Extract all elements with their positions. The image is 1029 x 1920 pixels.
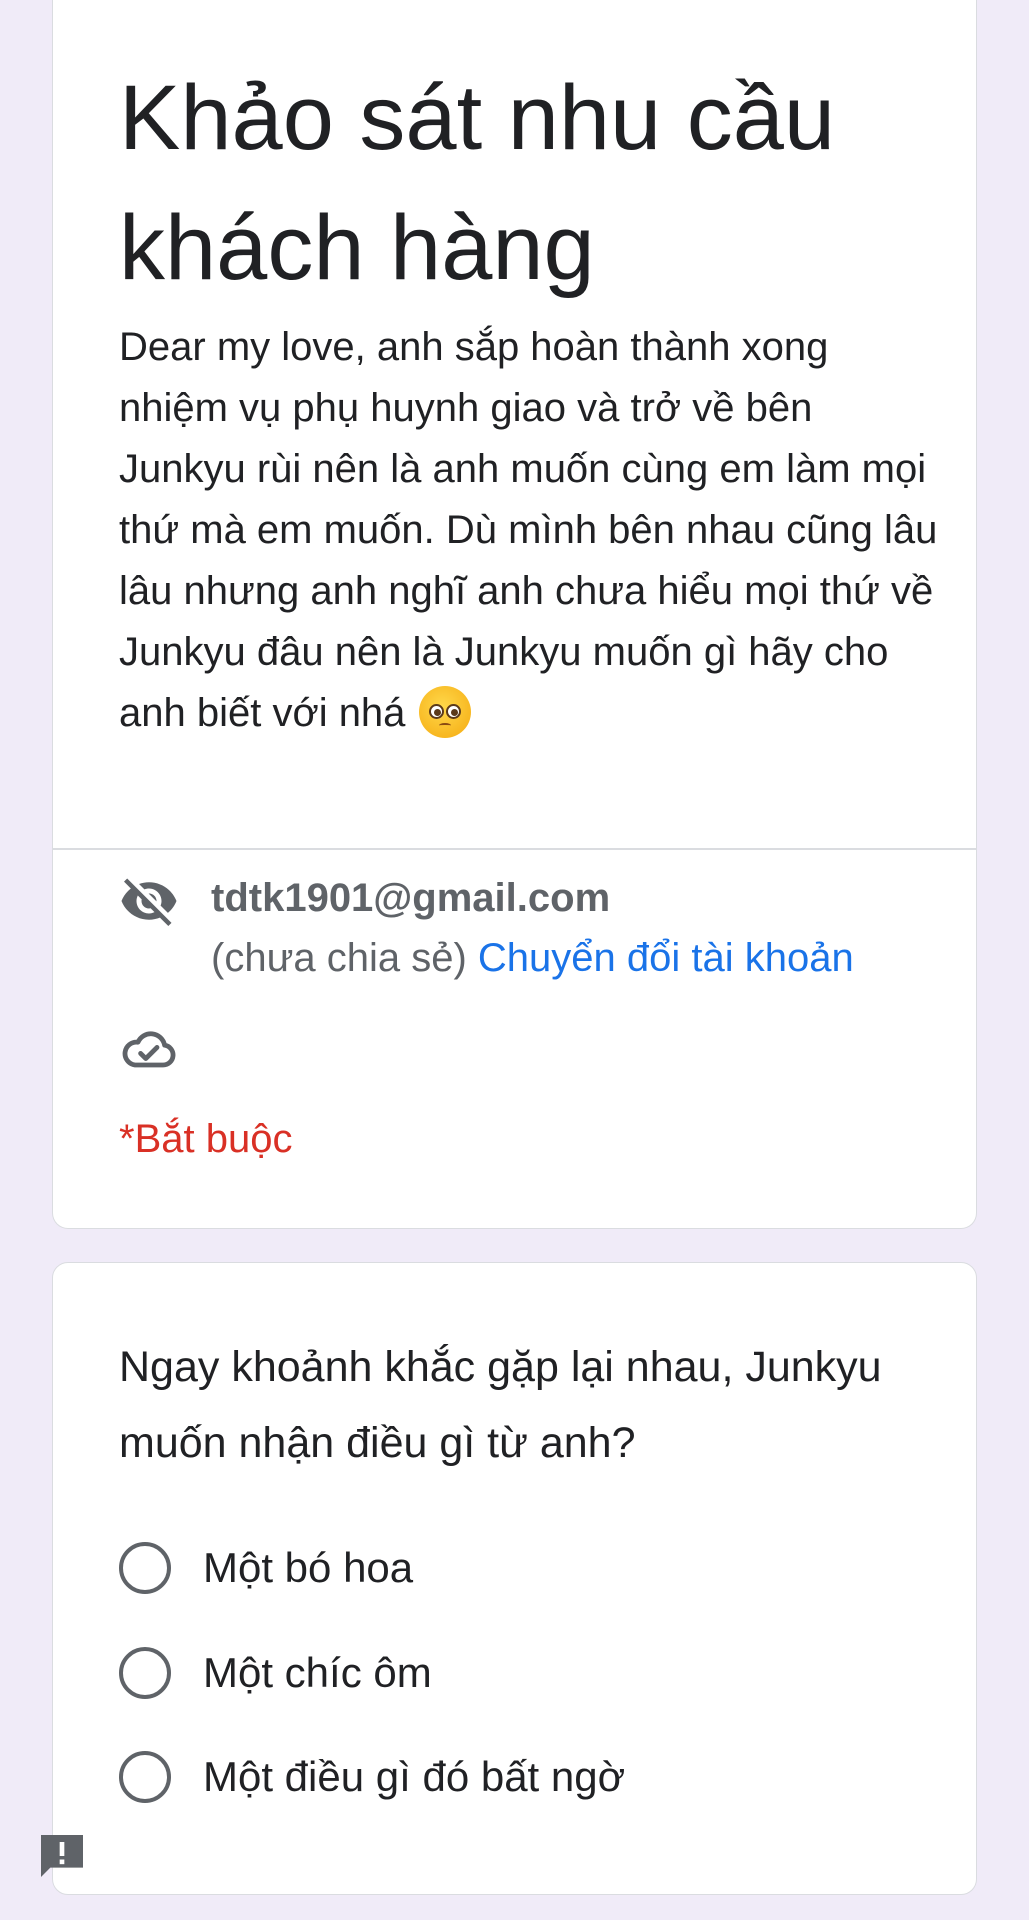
option-label: Một điều gì đó bất ngờ [203,1753,626,1800]
radio-button[interactable] [119,1542,171,1594]
option-mot-dieu-gi-do-bat-ngo[interactable]: Một điều gì đó bất ngờ [119,1747,625,1807]
option-mot-chic-om[interactable]: Một chíc ôm [119,1643,432,1703]
form-description-text: Dear my love, anh sắp hoàn thành xong nh… [119,325,938,735]
pleading-face-emoji-icon [418,686,471,738]
share-status: (chưa chia sẻ) [211,936,467,980]
option-label: Một chíc ôm [203,1649,432,1696]
radio-button[interactable] [119,1751,171,1803]
eye-off-icon [121,878,177,926]
question-title: Ngay khoảnh khắc gặp lại nhau, Junkyu mu… [119,1343,882,1467]
required-note: *Bắt buộc [119,1117,293,1161]
radio-button[interactable] [119,1647,171,1699]
form-page: Khảo sát nhu cầu khách hàng Dear my love… [0,0,1029,1920]
switch-account-link[interactable]: Chuyển đổi tài khoản [478,936,854,980]
header-divider [53,848,976,850]
cloud-done-icon [122,1031,176,1068]
form-title: Khảo sát nhu cầu khách hàng [119,67,836,299]
option-label: Một bó hoa [203,1544,414,1591]
form-header-card: Khảo sát nhu cầu khách hàng Dear my love… [52,0,977,1229]
form-description: Dear my love, anh sắp hoàn thành xong nh… [119,317,939,744]
account-share-line: (chưa chia sẻ) Chuyển đổi tài khoản [211,929,854,987]
account-email: tdtk1901@gmail.com [211,876,611,920]
option-mot-bo-hoa[interactable]: Một bó hoa [119,1538,413,1598]
report-feedback-icon[interactable] [34,1828,90,1884]
question-card: Ngay khoảnh khắc gặp lại nhau, Junkyu mu… [52,1262,977,1895]
